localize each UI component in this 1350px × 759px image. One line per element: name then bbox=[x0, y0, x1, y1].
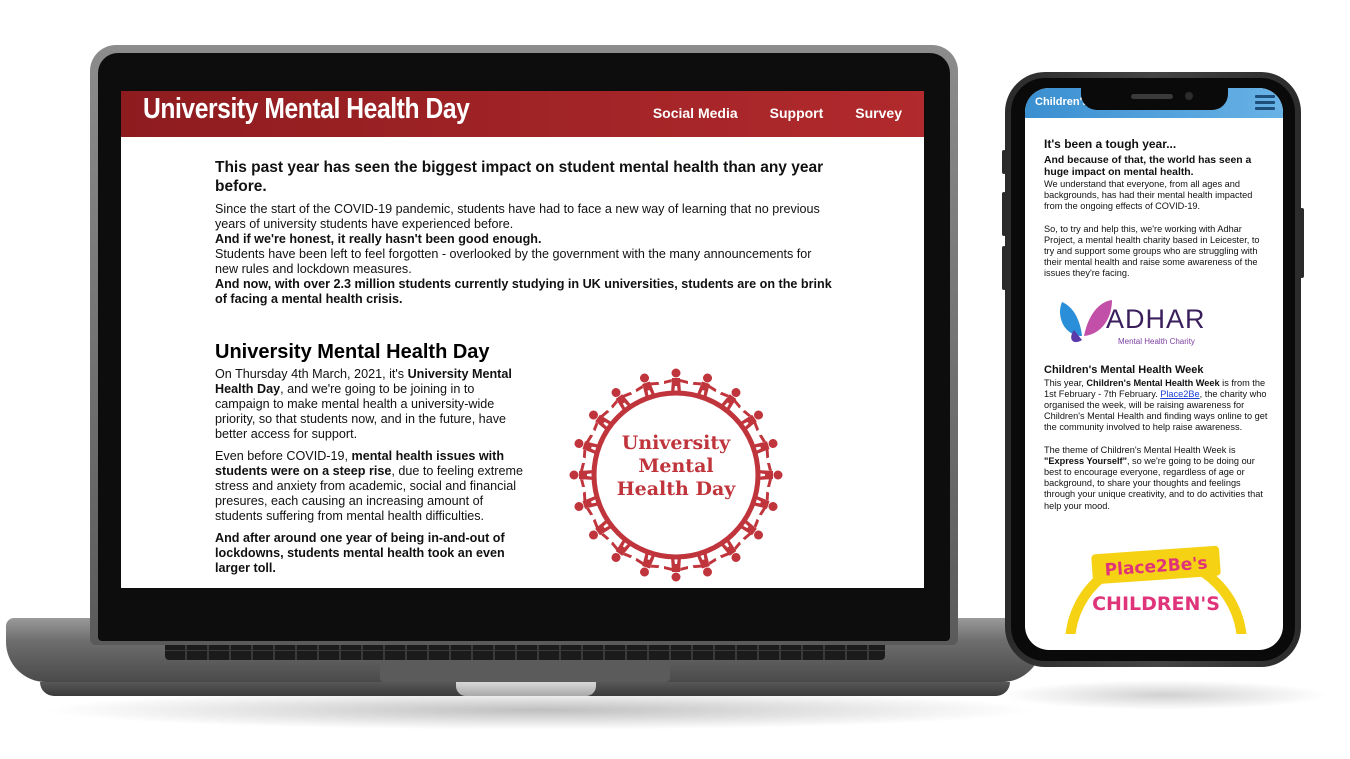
logo-person-figure bbox=[664, 368, 688, 393]
laptop-opening-notch bbox=[456, 682, 596, 696]
butterfly-icon bbox=[1060, 299, 1112, 342]
logo-person-figure bbox=[589, 518, 613, 540]
butterfly-wing-left bbox=[1060, 301, 1082, 336]
adhar-logo[interactable]: ADHAR Mental Health Charity bbox=[1044, 292, 1269, 354]
mobile-subheading: And because of that, the world has seen … bbox=[1044, 155, 1252, 178]
place2be-logo-graphic: Place2Be's CHILDREN'S bbox=[1065, 545, 1247, 650]
umhd-logo-graphic: University Mental Health Day bbox=[569, 368, 783, 582]
intro-paragraph-4: And now, with over 2.3 million students … bbox=[215, 277, 832, 306]
phone-shadow bbox=[1000, 680, 1330, 710]
mobile-heading-2: Children's Mental Health Week bbox=[1044, 363, 1204, 376]
laptop-screen: University Mental Health Day Social Medi… bbox=[121, 91, 924, 588]
place2be-cmhw-logo[interactable]: Place2Be's CHILDREN'S bbox=[1044, 534, 1269, 650]
mobile-paragraph-1: We understand that everyone, from all ag… bbox=[1044, 179, 1253, 212]
intro-paragraph-1: Since the start of the COVID-19 pandemic… bbox=[215, 202, 820, 231]
adhar-tagline: Mental Health Charity bbox=[1118, 336, 1195, 346]
umhd-section: On Thursday 4th March, 2021, it's Univer… bbox=[215, 367, 527, 583]
mobile-paragraph-2: So, to try and help this, we're working … bbox=[1044, 223, 1260, 279]
childrens-text: CHILDREN'S bbox=[1092, 593, 1220, 615]
text-bold: Children's Mental Health Week bbox=[1086, 377, 1220, 388]
umhd-paragraph-3: And after around one year of being in-an… bbox=[215, 531, 505, 575]
adhar-wordmark: ADHAR bbox=[1106, 303, 1206, 334]
logo-person-figure bbox=[589, 410, 613, 432]
text: This year, bbox=[1044, 377, 1087, 388]
logo-person-figure bbox=[758, 463, 783, 487]
intro-paragraph-2: And if we're honest, it really hasn't be… bbox=[215, 232, 542, 246]
umhd-heading: University Mental Health Day bbox=[215, 341, 490, 363]
place2be-link[interactable]: Place2Be bbox=[1160, 389, 1199, 399]
logo-line-1: University bbox=[622, 432, 731, 454]
logo-person-figure bbox=[664, 557, 688, 582]
logo-person-figure bbox=[719, 538, 741, 562]
logo-person-figure bbox=[719, 388, 741, 412]
site-title[interactable]: University Mental Health Day bbox=[143, 93, 470, 126]
intro-heading: This past year has seen the biggest impa… bbox=[215, 159, 824, 195]
text: On Thursday 4th March, 2021, it's bbox=[215, 367, 408, 381]
mobile-content: It's been a tough year... And because of… bbox=[1044, 137, 1269, 650]
umhd-logo: University Mental Health Day bbox=[551, 357, 801, 587]
phone-screen: Children's It's been a tough year... And… bbox=[1025, 88, 1283, 650]
text-bold: "Express Yourself" bbox=[1044, 455, 1127, 466]
mobile-paragraph-4: The theme of Children's Mental Health We… bbox=[1044, 445, 1269, 512]
logo-person-figure bbox=[611, 388, 633, 412]
text: Even before COVID-19, bbox=[215, 449, 352, 463]
mobile-site-title[interactable]: Children's bbox=[1035, 96, 1088, 108]
umhd-paragraph-2: Even before COVID-19, mental health issu… bbox=[215, 449, 527, 524]
site-nav: Social Media Support Survey bbox=[653, 105, 902, 121]
logo-line-3: Health Day bbox=[617, 478, 737, 500]
intro-paragraph-3: Students have been left to feel forgotte… bbox=[215, 247, 812, 276]
laptop-shadow bbox=[40, 690, 1040, 730]
text: The theme of Children's Mental Health We… bbox=[1044, 444, 1236, 455]
nav-support[interactable]: Support bbox=[770, 105, 824, 121]
site-header: University Mental Health Day Social Medi… bbox=[121, 91, 924, 137]
laptop-trackpad bbox=[380, 662, 670, 682]
mobile-paragraph-3: This year, Children's Mental Health Week… bbox=[1044, 378, 1269, 434]
mobile-heading-1: It's been a tough year... bbox=[1044, 137, 1177, 151]
phone-camera bbox=[1185, 92, 1193, 100]
umhd-paragraph-1: On Thursday 4th March, 2021, it's Univer… bbox=[215, 367, 527, 442]
logo-line-2: Mental bbox=[638, 455, 713, 477]
nav-social-media[interactable]: Social Media bbox=[653, 105, 738, 121]
nav-survey[interactable]: Survey bbox=[855, 105, 902, 121]
hamburger-menu-icon[interactable] bbox=[1255, 95, 1275, 111]
logo-person-figure bbox=[739, 410, 763, 432]
logo-person-figure bbox=[739, 518, 763, 540]
phone-speaker bbox=[1131, 94, 1173, 99]
logo-person-figure bbox=[611, 538, 633, 562]
logo-person-figure bbox=[569, 463, 594, 487]
intro-section: This past year has seen the biggest impa… bbox=[215, 147, 835, 307]
